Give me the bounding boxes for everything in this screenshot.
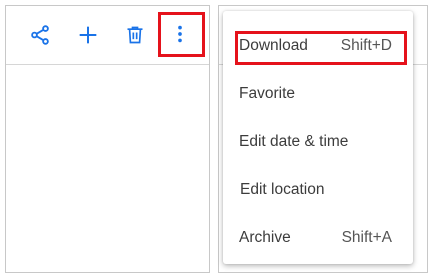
menu-item-edit-date-time[interactable]: Edit date & time: [223, 118, 413, 166]
menu-item-shortcut: Shift+D: [340, 37, 392, 54]
delete-icon: [127, 26, 143, 44]
more-vert-icon: [178, 25, 182, 43]
photo-view-panel: [5, 5, 210, 273]
delete-button[interactable]: [116, 16, 154, 54]
more-options-button[interactable]: [158, 12, 202, 56]
menu-item-label: Archive: [239, 229, 291, 246]
add-icon: [79, 26, 97, 44]
share-button[interactable]: [21, 16, 59, 54]
menu-item-label: Edit location: [240, 181, 325, 198]
menu-item-label: Edit date & time: [239, 133, 349, 150]
more-options-menu: Download Shift+D Favorite Edit date & ti…: [223, 11, 413, 264]
menu-item-archive[interactable]: Archive Shift+A: [223, 214, 413, 262]
menu-view-panel: Download Shift+D Favorite Edit date & ti…: [218, 5, 428, 273]
menu-item-download[interactable]: Download Shift+D: [223, 22, 413, 70]
menu-item-favorite[interactable]: Favorite: [223, 70, 413, 118]
photo-toolbar: [6, 6, 209, 65]
menu-item-label: Download: [239, 37, 308, 54]
menu-item-label: Favorite: [239, 85, 295, 102]
share-icon: [31, 25, 49, 45]
add-button[interactable]: [69, 16, 107, 54]
menu-item-edit-location[interactable]: Edit location: [223, 166, 413, 214]
menu-item-shortcut: Shift+A: [341, 229, 392, 246]
